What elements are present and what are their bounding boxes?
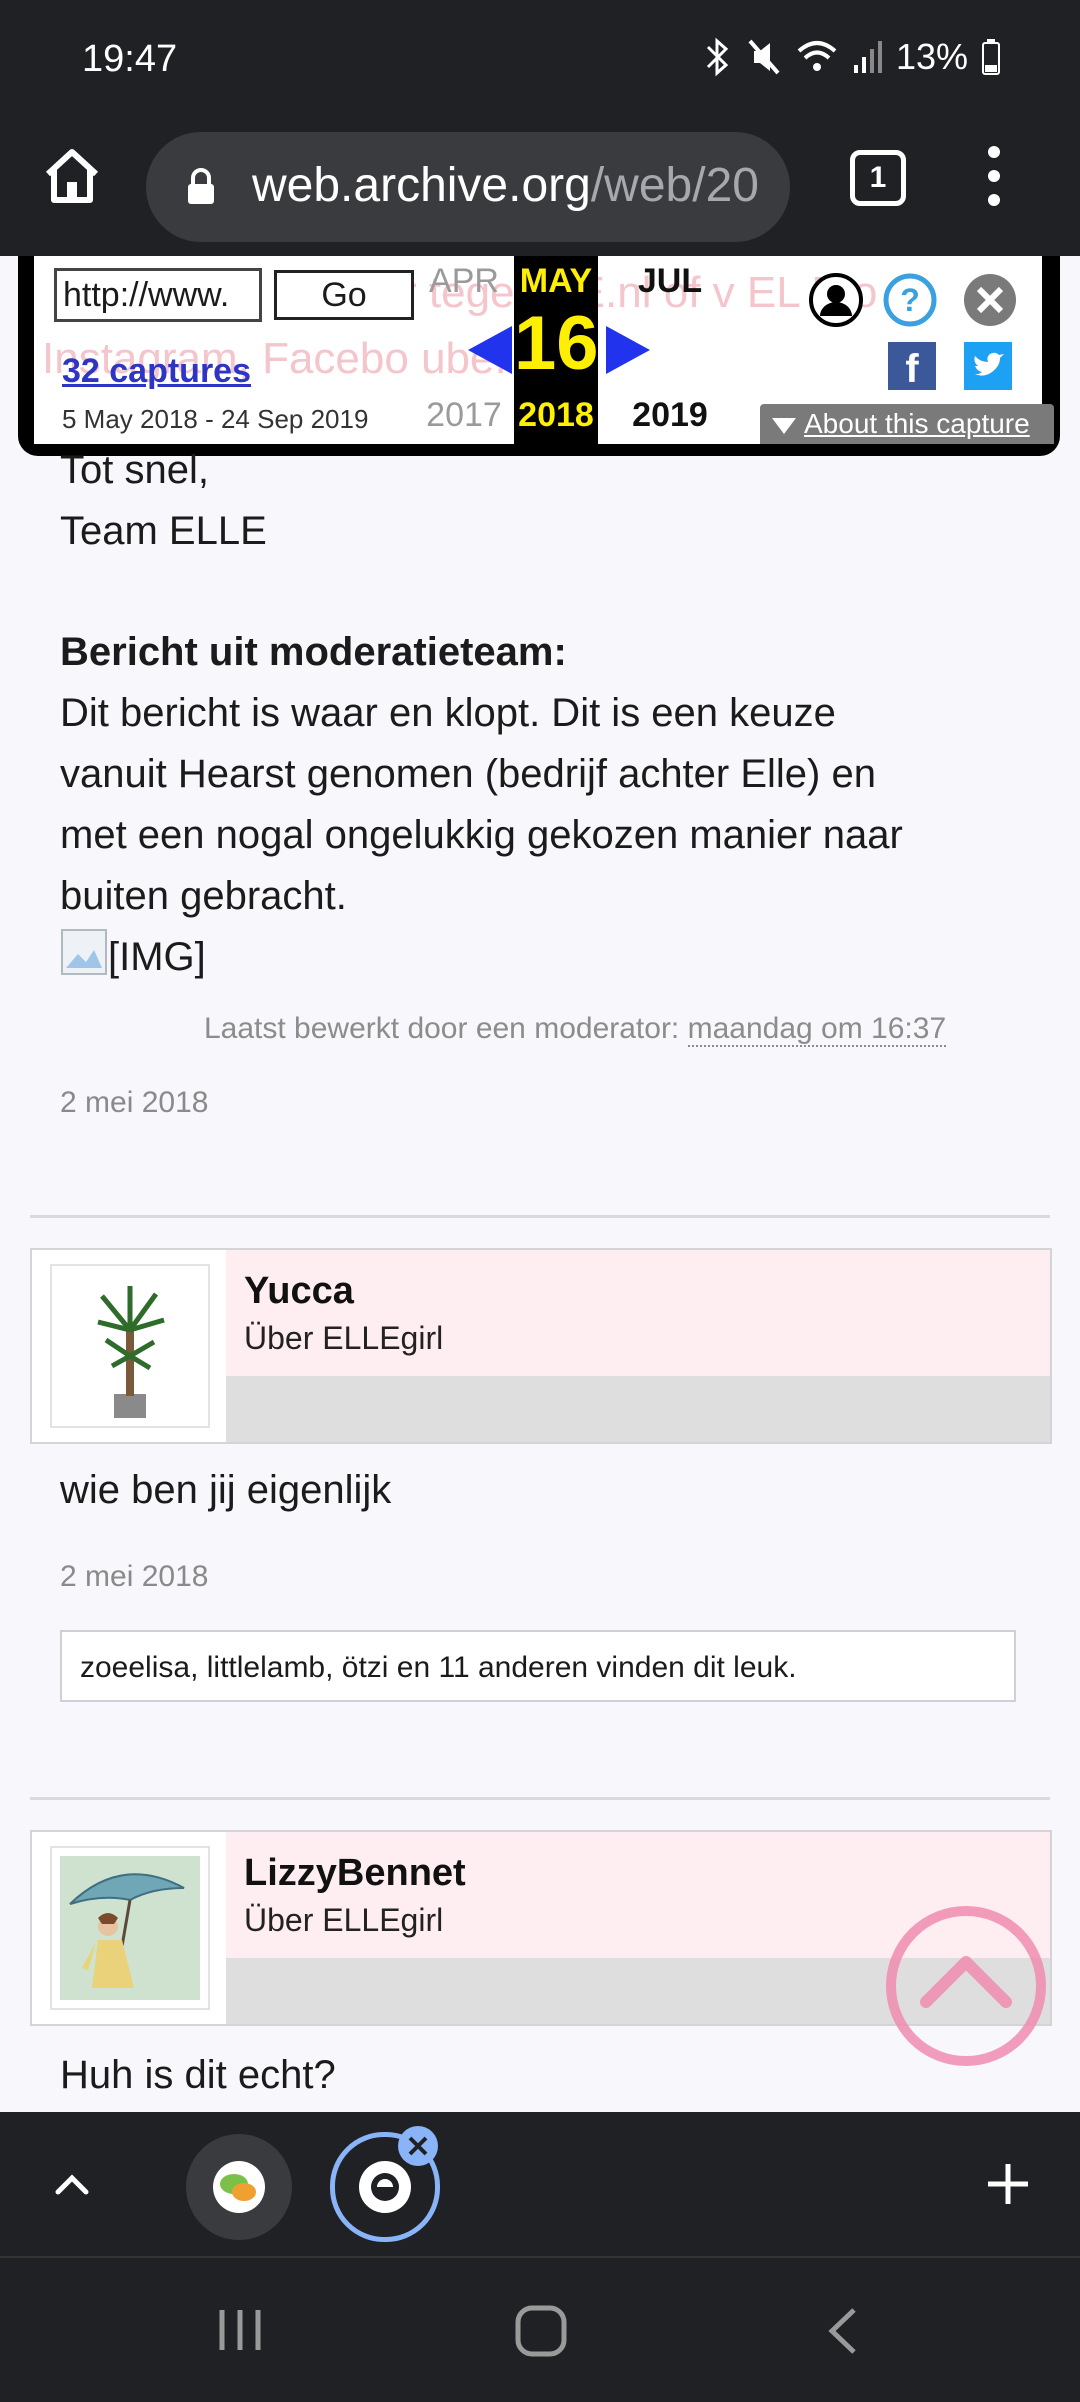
tab-switcher-button[interactable]: 1 — [850, 150, 906, 206]
yucca-plant-image — [97, 1286, 165, 1418]
browser-toolbar: web.archive.org/web/20 1 — [0, 120, 1080, 256]
prev-arrow-icon[interactable] — [468, 326, 512, 374]
moderator-line: vanuit Hearst genomen (bedrijf achter El… — [60, 752, 876, 796]
username[interactable]: Yucca — [244, 1270, 354, 1313]
mute-icon — [748, 39, 780, 75]
avatar[interactable] — [50, 1846, 210, 2010]
broken-image-icon — [61, 929, 107, 975]
edited-note: Laatst bewerkt door een moderator: maand… — [204, 1012, 947, 1047]
go-button[interactable]: Go — [274, 270, 414, 320]
current-year: 2018 — [518, 396, 594, 434]
triangle-down-icon — [772, 417, 796, 434]
capture-range: 5 May 2018 - 24 Sep 2019 — [62, 404, 369, 434]
moderator-line: met een nogal ongelukkig gekozen manier … — [60, 813, 903, 857]
next-capture[interactable]: JUL 2019 — [598, 256, 742, 444]
post-date: 2 mei 2018 — [60, 1560, 209, 1593]
scroll-to-top-button[interactable] — [886, 1906, 1046, 2066]
wayback-toolbar: r tege LLE.nl of v EL E o Instagram, Fac… — [18, 256, 1060, 456]
close-icon — [408, 2136, 428, 2156]
tab-group-bar — [0, 2112, 1080, 2256]
prev-year: 2017 — [426, 396, 502, 434]
capture-calendar: APR 2017 MAY 16 2018 JUL 2019 — [414, 256, 742, 444]
user-role: Über ELLEgirl — [244, 1320, 444, 1356]
post-divider — [30, 1797, 1050, 1800]
username[interactable]: LizzyBennet — [244, 1852, 466, 1895]
url-host: web.archive.org — [252, 159, 591, 212]
system-navigation-bar — [0, 2256, 1080, 2402]
post-body: wie ben jij eigenlijk — [60, 1468, 392, 1512]
close-icon[interactable] — [962, 272, 1018, 328]
signal-icon — [853, 41, 882, 73]
battery-icon — [982, 39, 1000, 75]
prev-capture[interactable]: APR 2017 — [414, 256, 514, 444]
status-icons: 13% — [704, 36, 1000, 78]
bluetooth-icon — [706, 37, 729, 77]
avatar[interactable] — [50, 1264, 210, 1428]
wifi-icon — [797, 41, 837, 71]
twitter-share-icon[interactable] — [964, 342, 1012, 390]
woman-with-umbrella-image — [60, 1856, 200, 2000]
recent-apps-icon[interactable] — [216, 2308, 266, 2352]
current-month: MAY — [519, 262, 593, 300]
moderator-line: Dit bericht is waar en klopt. Dit is een… — [60, 691, 836, 735]
post-signoff-line2: Team ELLE — [60, 509, 267, 553]
user-role: Über ELLEgirl — [244, 1902, 444, 1938]
battery-percent: 13% — [895, 36, 968, 77]
help-icon[interactable]: ? — [882, 272, 938, 328]
tab-thumbnail[interactable] — [186, 2134, 292, 2240]
user-account-icon[interactable] — [808, 272, 864, 328]
chat-bubbles-icon — [213, 2161, 265, 2213]
current-day: 16 — [514, 301, 599, 386]
url-text[interactable]: web.archive.org/web/20 — [252, 158, 772, 213]
back-icon[interactable] — [824, 2306, 864, 2356]
post-body: Huh is dit echt? — [60, 2053, 336, 2097]
facebook-share-icon[interactable]: f — [888, 342, 936, 391]
user-header-yucca: Yucca Über ELLEgirl — [30, 1248, 1052, 1444]
home-button-icon[interactable] — [514, 2304, 568, 2358]
status-bar: 19:47 13% — [0, 0, 1080, 120]
edited-time-link[interactable]: maandag om 16:37 — [687, 1012, 947, 1047]
chevron-up-icon — [920, 1956, 1012, 2008]
wayback-url-input[interactable]: http://www. — [54, 268, 262, 322]
next-arrow-icon[interactable] — [606, 326, 650, 374]
chevron-up-icon[interactable] — [50, 2162, 94, 2206]
current-capture: MAY 16 2018 — [514, 256, 599, 444]
about-capture-button[interactable]: About this capture — [760, 404, 1054, 444]
moderator-heading: Bericht uit moderatieteam: — [60, 630, 567, 674]
prev-month: APR — [429, 262, 499, 300]
address-bar[interactable]: web.archive.org/web/20 — [146, 132, 790, 242]
moderator-line: buiten gebracht. — [60, 874, 347, 918]
lock-icon — [188, 168, 214, 204]
likes-summary[interactable]: zoeelisa, littlelamb, ötzi en 11 anderen… — [60, 1630, 1016, 1702]
more-menu-icon[interactable] — [988, 146, 1004, 218]
close-tab-button[interactable] — [398, 2126, 438, 2166]
next-month: JUL — [637, 262, 703, 300]
home-icon[interactable] — [40, 144, 104, 208]
url-path: /web/20 — [590, 159, 759, 212]
clock: 19:47 — [82, 38, 178, 80]
next-year: 2019 — [632, 396, 708, 434]
post-divider — [30, 1215, 1050, 1218]
add-tab-icon[interactable] — [984, 2160, 1032, 2208]
post-signoff-line1: Tot snel, — [60, 448, 209, 492]
post-date: 2 mei 2018 — [60, 1086, 209, 1119]
captures-link[interactable]: 32 captures — [62, 352, 251, 391]
svg-text:?: ? — [900, 282, 920, 318]
broken-image: [IMG] — [60, 927, 206, 988]
